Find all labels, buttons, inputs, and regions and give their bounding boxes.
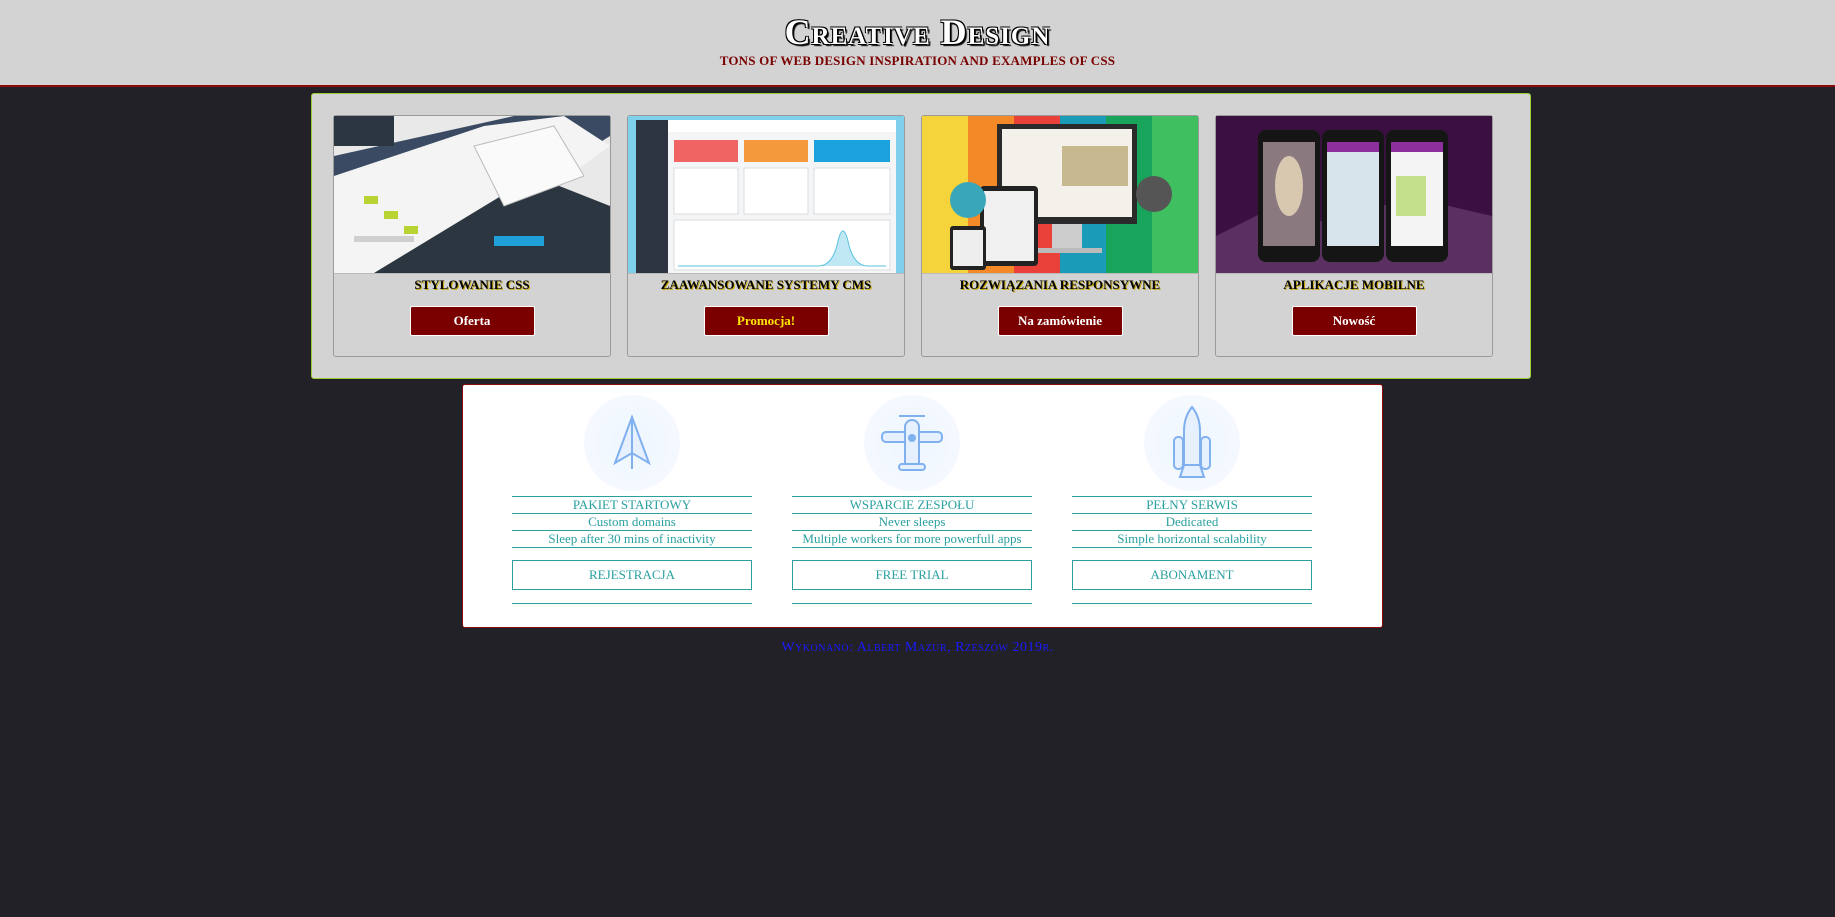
paper-plane-icon	[584, 395, 680, 491]
promocja-button[interactable]: Promocja!	[703, 306, 829, 336]
nowosc-button[interactable]: Nowość	[1291, 306, 1417, 336]
airplane-icon	[864, 395, 960, 491]
plan-name: PAKIET STARTOWY	[512, 496, 752, 513]
plan-name: WSPARCIE ZESPOŁU	[792, 496, 1032, 513]
css-styling-image	[334, 116, 610, 274]
site-title: Creative Design	[784, 12, 1051, 52]
plan-feature: Custom domains	[512, 513, 752, 530]
site-subtitle: TONS OF WEB DESIGN INSPIRATION AND EXAMP…	[719, 53, 1116, 68]
offer-title: ROZWIĄZANIA RESPONSYWNE	[959, 277, 1161, 292]
plan-starter: PAKIET STARTOWY Custom domains Sleep aft…	[512, 395, 752, 604]
oferta-button[interactable]: Oferta	[409, 306, 535, 336]
plan-divider	[512, 603, 752, 604]
offer-title: ZAAWANSOWANE SYSTEMY CMS	[660, 277, 872, 292]
plan-feature: Dedicated	[1072, 513, 1312, 530]
offers-panel: STYLOWANIE CSS Oferta ZAAWANSOWANE SYSTE…	[311, 93, 1531, 379]
space-shuttle-icon	[1144, 395, 1240, 491]
plan-name: PEŁNY SERWIS	[1072, 496, 1312, 513]
offer-card-css: STYLOWANIE CSS Oferta	[333, 115, 611, 357]
offer-card-cms: ZAAWANSOWANE SYSTEMY CMS Promocja!	[627, 115, 905, 357]
plan-feature: Multiple workers for more powerfull apps	[792, 530, 1032, 548]
mobile-phones-image	[1216, 116, 1492, 274]
na-zamowienie-button[interactable]: Na zamówienie	[997, 306, 1123, 336]
free-trial-button[interactable]: FREE TRIAL	[792, 560, 1032, 590]
plan-full-service: PEŁNY SERWIS Dedicated Simple horizontal…	[1072, 395, 1312, 604]
offer-card-responsive: ROZWIĄZANIA RESPONSYWNE Na zamówienie	[921, 115, 1199, 357]
responsive-devices-image	[922, 116, 1198, 274]
abonament-button[interactable]: ABONAMENT	[1072, 560, 1312, 590]
plan-feature: Never sleeps	[792, 513, 1032, 530]
offer-title: APLIKACJE MOBILNE	[1283, 277, 1425, 292]
plan-team-support: WSPARCIE ZESPOŁU Never sleeps Multiple w…	[792, 395, 1032, 604]
plan-divider	[1072, 603, 1312, 604]
plan-feature: Simple horizontal scalability	[1072, 530, 1312, 548]
plan-feature: Sleep after 30 mins of inactivity	[512, 530, 752, 548]
offer-title: STYLOWANIE CSS	[414, 277, 530, 292]
site-header: Creative Design TONS OF WEB DESIGN INSPI…	[0, 0, 1835, 87]
plan-divider	[792, 603, 1032, 604]
rejestracja-button[interactable]: REJESTRACJA	[512, 560, 752, 590]
cms-dashboard-image	[628, 116, 904, 274]
offer-card-mobile: APLIKACJE MOBILNE Nowość	[1215, 115, 1493, 357]
plans-panel: PAKIET STARTOWY Custom domains Sleep aft…	[462, 384, 1383, 628]
footer-credits: Wykonano: Albert Mazur, Rzeszów 2019r.	[781, 640, 1054, 655]
